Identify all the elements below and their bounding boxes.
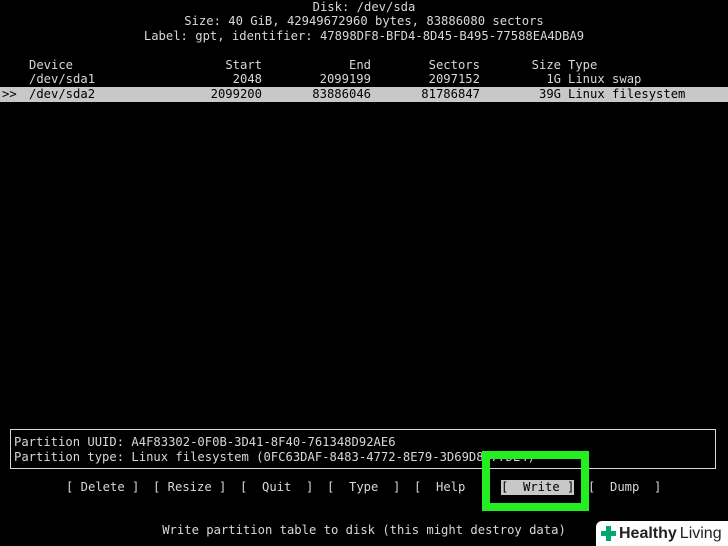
row-start: 2048 xyxy=(232,72,262,86)
row-size: 39G xyxy=(538,87,561,101)
disk-label: Label: gpt, identifier: 47898DF8-BFD4-8D… xyxy=(143,29,585,43)
table-row[interactable]: /dev/sda1 2048 2099199 2097152 1G Linux … xyxy=(0,72,728,87)
disk-title: Disk: /dev/sda xyxy=(312,0,416,14)
partition-type: Partition type: Linux filesystem (0FC63D… xyxy=(14,450,535,464)
column-end: End xyxy=(348,58,371,72)
column-start: Start xyxy=(225,58,262,72)
row-end: 83886046 xyxy=(312,87,371,101)
plus-icon xyxy=(600,525,617,542)
row-type: Linux swap xyxy=(568,72,642,86)
row-sectors: 81786847 xyxy=(421,87,480,101)
row-device: /dev/sda2 xyxy=(29,87,96,101)
row-end: 2099199 xyxy=(319,72,371,86)
row-device: /dev/sda1 xyxy=(29,72,96,86)
highlight-frame xyxy=(482,451,589,511)
quit-button[interactable]: [ Quit ] xyxy=(240,480,313,495)
column-device: Device xyxy=(29,58,74,72)
type-button[interactable]: [ Type ] xyxy=(327,480,400,495)
row-type: Linux filesystem xyxy=(568,87,686,101)
row-sectors: 2097152 xyxy=(428,72,480,86)
disk-size: Size: 40 GiB, 42949672960 bytes, 8388608… xyxy=(184,14,544,28)
dump-button[interactable]: [ Dump ] xyxy=(588,480,661,495)
partition-uuid: Partition UUID: A4F83302-0F0B-3D41-8F40-… xyxy=(14,435,396,449)
help-button[interactable]: [ Help ] xyxy=(414,480,487,495)
row-size: 1G xyxy=(546,72,561,86)
watermark-word1: Healthy xyxy=(619,524,677,542)
table-row-selected[interactable]: >> /dev/sda2 2099200 83886046 81786847 3… xyxy=(0,87,728,102)
table-header: Device Start End Sectors Size Type xyxy=(0,58,728,73)
column-size: Size xyxy=(531,58,561,72)
column-sectors: Sectors xyxy=(428,58,480,72)
watermark-word2: Living xyxy=(679,524,722,542)
row-start: 2099200 xyxy=(210,87,262,101)
resize-button[interactable]: [ Resize ] xyxy=(153,480,226,495)
column-type: Type xyxy=(568,58,598,72)
delete-button[interactable]: [ Delete ] xyxy=(66,480,139,495)
row-marker: >> xyxy=(2,87,17,101)
partition-info-box: Partition UUID: A4F83302-0F0B-3D41-8F40-… xyxy=(10,429,716,469)
watermark-logo: Healthy Living xyxy=(596,521,728,546)
